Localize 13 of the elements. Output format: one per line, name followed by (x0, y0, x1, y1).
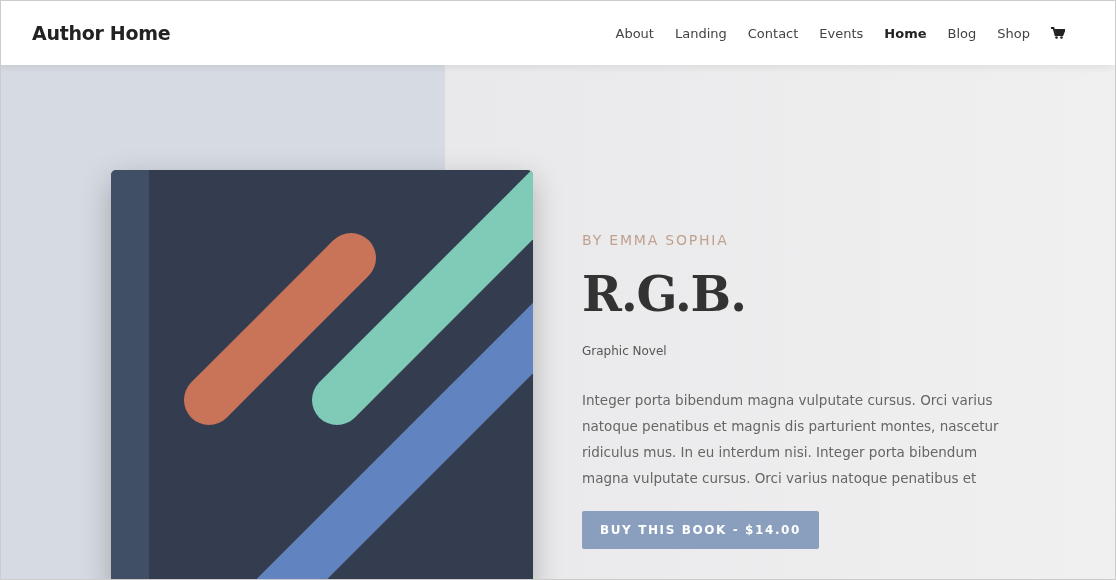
nav-link[interactable]: About (615, 25, 654, 41)
book-description: Integer porta bibendum magna vulputate cursus. Orci varius natoque penatibus et magnis dis parturient montes, nascetur ridiculus mus. In eu interdum nisi. Integer porta bibendum magna vulputate cursus. Orci varius natoque penatibus et (582, 391, 1000, 488)
nav-link[interactable]: Contact (747, 25, 799, 41)
nav-link[interactable]: Home (884, 25, 927, 41)
cart-icon[interactable] (1051, 27, 1065, 39)
nav-link[interactable]: Shop (997, 25, 1030, 41)
nav-link[interactable]: Landing (674, 25, 727, 41)
book-genre: Graphic Novel (582, 344, 668, 358)
author-byline: BY EMMA SOPHIA (582, 232, 730, 248)
nav-link[interactable]: Events (819, 25, 864, 41)
book-title: R.G.B. (582, 266, 747, 322)
site-title[interactable]: Author Home (32, 22, 171, 44)
nav-link[interactable]: Blog (947, 25, 977, 41)
